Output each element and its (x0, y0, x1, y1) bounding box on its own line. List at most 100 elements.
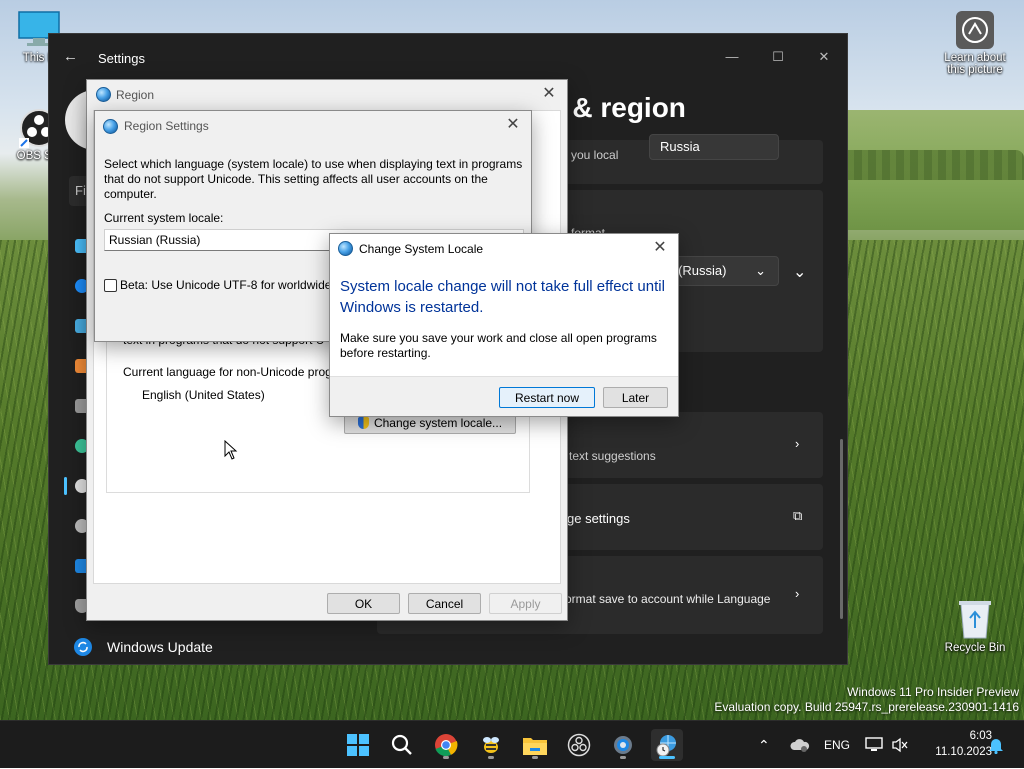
search-icon (391, 734, 412, 755)
running-indicator (620, 756, 626, 759)
sidebar-item-windows-update[interactable]: Windows Update (73, 633, 213, 661)
sidebar-item-accounts[interactable] (61, 432, 89, 460)
country-select-value: Russia (660, 139, 700, 154)
sync-desc: ormat save to account while Language (565, 592, 771, 606)
region-dialog-titlebar: Region ✕ (87, 80, 567, 110)
network-tray[interactable] (865, 721, 883, 769)
page-title: e & region (549, 92, 686, 123)
later-label: Later (621, 390, 650, 405)
input-language-indicator[interactable]: ENG (824, 721, 850, 769)
back-arrow-icon[interactable]: ← (63, 48, 83, 68)
search-button[interactable] (386, 729, 418, 761)
chevron-down-icon: ⌄ (755, 263, 766, 278)
sidebar-item-system[interactable] (61, 232, 89, 260)
running-indicator (443, 756, 449, 759)
start-button[interactable] (342, 729, 374, 761)
change-locale-footer: Restart now Later (330, 376, 678, 416)
typing-desc: text suggestions (569, 449, 656, 463)
taskbar-app-bee[interactable] (475, 729, 507, 761)
beta-utf8-checkbox[interactable] (104, 279, 117, 292)
region-settings-description: Select which language (system locale) to… (104, 157, 523, 201)
sidebar-item-accessibility[interactable] (61, 552, 89, 580)
desktop-icon-recycle-bin[interactable]: Recycle Bin (937, 598, 1013, 654)
restart-sub-message: Make sure you save your work and close a… (340, 331, 657, 360)
taskbar-settings[interactable] (607, 729, 639, 761)
network-icon (865, 737, 883, 751)
ok-button[interactable]: OK (327, 593, 400, 614)
system-clock[interactable]: 6:03 11.10.2023 (935, 728, 992, 760)
taskbar-obs[interactable] (563, 729, 595, 761)
current-language-value: English (United States) (142, 388, 265, 402)
sidebar-item-privacy[interactable] (61, 592, 89, 620)
clock-date: 11.10.2023 (935, 746, 992, 758)
sidebar-item-network[interactable] (61, 312, 89, 340)
shield-icon (357, 416, 369, 429)
show-hidden-icons-button[interactable]: ⌃ (758, 721, 770, 769)
globe-icon (338, 241, 353, 256)
region-dialog-title: Region (116, 88, 155, 102)
region-close-button[interactable]: ✕ (539, 84, 559, 104)
gear-icon (614, 736, 632, 754)
camera-info-icon (955, 10, 995, 50)
globe-icon (96, 87, 111, 102)
expand-chevron-icon[interactable]: ⌄ (793, 262, 806, 282)
admin-language-title: ge settings (567, 511, 630, 526)
sidebar-item-gaming[interactable] (61, 512, 89, 540)
cancel-label: Cancel (425, 596, 464, 611)
wallpaper-trees (840, 150, 1024, 180)
desktop-icon-label: Recycle Bin (944, 642, 1006, 654)
taskbar-chrome[interactable] (430, 729, 462, 761)
open-external-icon: ⧉ (793, 508, 803, 523)
windows-logo-icon (347, 734, 369, 756)
notifications-button[interactable] (988, 721, 1004, 769)
onedrive-tray[interactable] (790, 721, 810, 769)
cloud-icon (790, 739, 810, 752)
change-system-locale-dialog: Change System Locale ✕ System locale cha… (329, 233, 679, 417)
watermark-line-2: Evaluation copy. Build 25947.rs_prerelea… (714, 700, 1019, 714)
globe-clock-icon (656, 735, 676, 757)
build-watermark: Windows 11 Pro Insider Preview Evaluatio… (714, 685, 1019, 715)
minimize-button[interactable]: — (709, 42, 755, 72)
change-locale-titlebar: Change System Locale ✕ (330, 234, 678, 264)
scrollbar[interactable] (840, 439, 843, 619)
desktop-icon-learn-about-picture[interactable]: Learn about this picture (937, 10, 1013, 76)
later-button[interactable]: Later (603, 387, 668, 408)
globe-icon (103, 119, 118, 134)
cancel-button[interactable]: Cancel (408, 593, 481, 614)
running-indicator (532, 756, 538, 759)
sync-icon (74, 638, 92, 656)
obs-icon (567, 733, 591, 757)
chevron-right-icon: › (795, 586, 800, 601)
region-settings-close-button[interactable]: ✕ (503, 115, 523, 135)
clock-time: 6:03 (969, 730, 992, 742)
change-locale-close-button[interactable]: ✕ (650, 238, 670, 258)
close-button[interactable]: ✕ (801, 42, 847, 72)
active-indicator (659, 756, 675, 759)
restart-now-label: Restart now (514, 390, 580, 405)
maximize-button[interactable]: ☐ (755, 42, 801, 72)
chevron-up-icon: ⌃ (758, 736, 770, 753)
sidebar-item-personalization[interactable] (61, 352, 89, 380)
apply-label: Apply (510, 596, 541, 611)
volume-tray[interactable] (891, 721, 909, 769)
sidebar-item-bluetooth[interactable] (61, 272, 89, 300)
country-select[interactable]: Russia (649, 134, 779, 160)
settings-title: Settings (98, 51, 145, 66)
ok-label: OK (354, 596, 373, 611)
change-system-locale-label: Change system locale... (373, 415, 503, 430)
bee-icon (483, 737, 499, 753)
desktop-icon-label: Learn about this picture (944, 52, 1006, 76)
taskbar-file-explorer[interactable] (519, 729, 551, 761)
restart-now-button[interactable]: Restart now (499, 387, 595, 408)
watermark-line-1: Windows 11 Pro Insider Preview (847, 685, 1019, 699)
change-locale-title: Change System Locale (359, 242, 484, 256)
taskbar-region-control-panel[interactable] (651, 729, 683, 761)
chevron-right-icon: › (795, 436, 800, 451)
apply-button[interactable]: Apply (489, 593, 562, 614)
search-hint: Fi (75, 183, 86, 198)
region-settings-titlebar: Region Settings ✕ (95, 111, 531, 141)
country-desc: you local (571, 148, 619, 162)
sidebar-item-apps[interactable] (61, 392, 89, 420)
sidebar-item-time-language[interactable] (61, 472, 89, 500)
folder-icon (523, 738, 547, 755)
